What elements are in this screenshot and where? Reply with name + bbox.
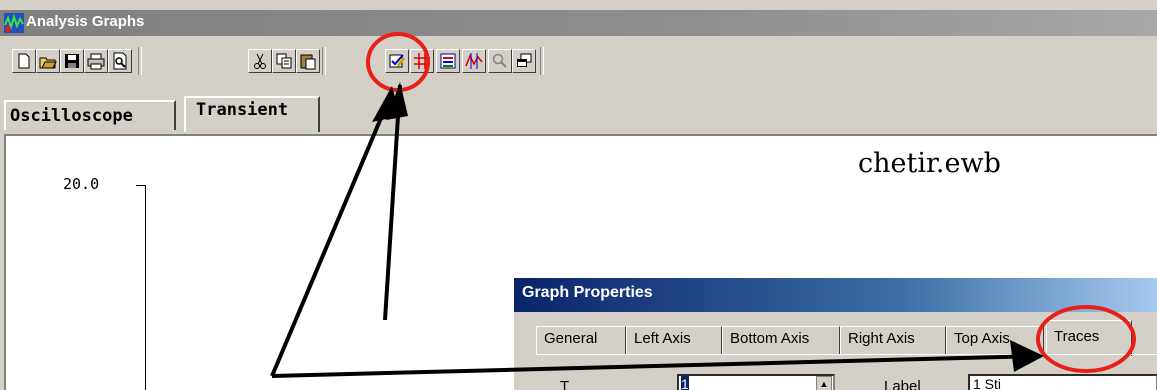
print-preview-icon bbox=[113, 52, 127, 70]
tab-transient[interactable]: Transient bbox=[184, 96, 320, 132]
copy-button[interactable] bbox=[272, 49, 296, 73]
paste-icon bbox=[300, 54, 316, 70]
toggle-grid-button[interactable] bbox=[410, 49, 434, 73]
trace-number-value: 1 bbox=[681, 376, 689, 390]
dialog-tab-label: Left Axis bbox=[634, 330, 691, 347]
arrowhead-up-right bbox=[386, 82, 408, 120]
dialog-tab-label: Top Axis bbox=[954, 330, 1010, 347]
dialog-tab-left-axis[interactable]: Left Axis bbox=[626, 326, 722, 354]
toolbar bbox=[0, 36, 1157, 74]
spinner-arrows-icon: ▲ bbox=[819, 379, 829, 389]
title-bar: Analysis Graphs bbox=[0, 10, 1157, 36]
label-field-label: Label bbox=[884, 378, 921, 390]
tab-oscilloscope[interactable]: Oscilloscope bbox=[4, 100, 176, 130]
trace-label-value: 1 Sti bbox=[973, 376, 1002, 390]
arrowhead-up-left bbox=[372, 86, 400, 122]
grid-icon bbox=[414, 53, 430, 69]
paste-button[interactable] bbox=[296, 49, 320, 73]
legend-icon bbox=[440, 53, 456, 69]
copy-icon bbox=[276, 53, 292, 69]
zoom-button[interactable] bbox=[488, 49, 512, 73]
circuit-file-name: chetir.ewb bbox=[858, 148, 1001, 179]
graph-properties-button[interactable] bbox=[385, 49, 409, 73]
trace-spinner-button[interactable]: ▲ bbox=[816, 376, 832, 390]
toggle-cursors-button[interactable] bbox=[462, 49, 486, 73]
dialog-tab-traces[interactable]: Traces bbox=[1046, 320, 1132, 356]
trace-field-label: T bbox=[560, 378, 570, 390]
trace-label-input[interactable]: 1 Sti bbox=[968, 374, 1157, 390]
new-icon bbox=[18, 53, 30, 69]
dialog-tab-top-axis[interactable]: Top Axis bbox=[946, 326, 1044, 354]
y-axis-top-tick-label: 20.0 bbox=[63, 175, 100, 193]
analysis-graphs-window: Analysis Graphs Oscilloscope Transient 2… bbox=[0, 0, 1157, 390]
properties-icon bbox=[389, 54, 406, 68]
restore-icon bbox=[517, 53, 532, 67]
dialog-tab-right-axis[interactable]: Right Axis bbox=[840, 326, 946, 354]
dialog-tab-label: General bbox=[544, 330, 598, 347]
print-button[interactable] bbox=[84, 49, 108, 73]
dialog-tab-bottom-axis[interactable]: Bottom Axis bbox=[722, 326, 840, 354]
toolbar-separator bbox=[540, 47, 544, 75]
dialog-title-bar: Graph Properties bbox=[514, 278, 1157, 312]
open-button[interactable] bbox=[36, 49, 60, 73]
save-button[interactable] bbox=[60, 49, 84, 73]
dialog-tab-label: Bottom Axis bbox=[730, 330, 810, 347]
toolbar-separator bbox=[322, 47, 326, 75]
toolbar-separator bbox=[138, 47, 142, 75]
zoom-icon bbox=[492, 53, 507, 68]
dialog-tab-label: Traces bbox=[1054, 328, 1100, 345]
new-button[interactable] bbox=[12, 49, 36, 73]
dialog-tab-panel-border bbox=[536, 354, 1157, 355]
window-title: Analysis Graphs bbox=[26, 13, 145, 30]
print-icon bbox=[87, 53, 105, 70]
dialog-title: Graph Properties bbox=[522, 284, 653, 301]
toggle-legend-button[interactable] bbox=[436, 49, 460, 73]
analysis-graphs-app-icon bbox=[4, 13, 24, 33]
save-icon bbox=[65, 54, 79, 68]
open-icon bbox=[39, 57, 57, 69]
tab-transient-label: Transient bbox=[196, 100, 289, 120]
cut-icon bbox=[254, 53, 266, 69]
tab-oscilloscope-label: Oscilloscope bbox=[10, 106, 133, 126]
y-axis-line bbox=[145, 185, 146, 390]
restore-button[interactable] bbox=[512, 49, 536, 73]
trace-number-input[interactable]: 1 bbox=[677, 374, 835, 390]
dialog-tab-general[interactable]: General bbox=[536, 326, 626, 354]
print-preview-button[interactable] bbox=[108, 49, 132, 73]
cut-button[interactable] bbox=[248, 49, 272, 73]
dialog-tab-label: Right Axis bbox=[848, 330, 915, 347]
cursors-icon bbox=[465, 53, 483, 69]
